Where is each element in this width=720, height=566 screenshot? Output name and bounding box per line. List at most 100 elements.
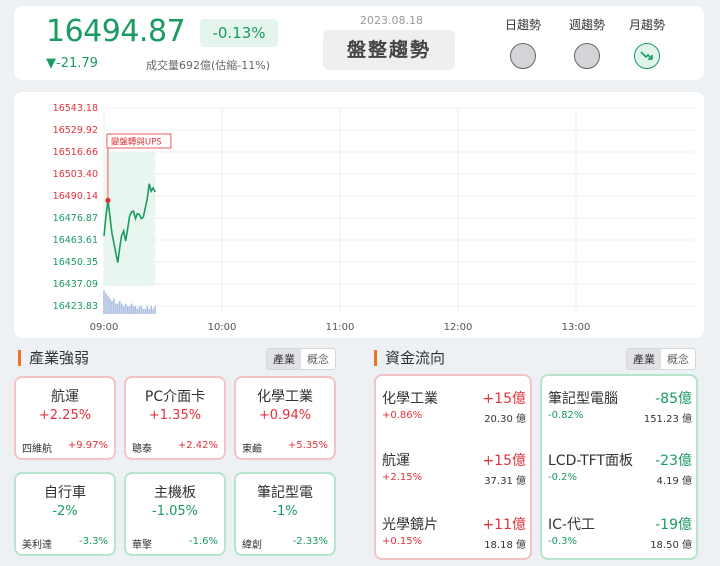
volume-bar bbox=[103, 290, 105, 314]
volume-bar bbox=[116, 303, 119, 314]
inflow-amount: +15億 bbox=[482, 453, 526, 469]
volume-bar bbox=[154, 306, 156, 314]
volume-bar bbox=[120, 303, 123, 314]
volume-bar bbox=[105, 293, 107, 314]
outflow-name: 筆記型電腦 bbox=[548, 391, 618, 407]
industry-pct: -1.05% bbox=[152, 504, 198, 519]
industry-pct: -2% bbox=[52, 504, 78, 519]
daily-trend-label: 日趨勢 bbox=[504, 18, 541, 32]
outflow-amount: -23億 bbox=[655, 453, 692, 469]
inflow-name: 光學鏡片 bbox=[382, 517, 438, 533]
leading-stock-name: 聰泰 bbox=[132, 444, 152, 455]
industry-name: 自行車 bbox=[44, 485, 86, 501]
fund-flow-industry-tab[interactable]: 產業 bbox=[627, 349, 661, 369]
y-tick-label: 16423.83 bbox=[53, 301, 98, 312]
y-tick-label: 16476.87 bbox=[53, 213, 98, 224]
industry-card[interactable]: 化學工業 +0.94% 東鹼 +5.35% bbox=[234, 376, 336, 460]
intraday-chart[interactable]: 16543.18 16529.92 16516.66 16503.40 16490.14… bbox=[14, 92, 704, 338]
leading-stock-name: 東鹼 bbox=[242, 444, 262, 455]
x-tick-label: 10:00 bbox=[208, 322, 237, 333]
outflow-row[interactable]: IC-代工 -19億 -0.3% 18.50 億 bbox=[548, 514, 692, 564]
volume-bar bbox=[150, 306, 152, 314]
y-tick-label: 16543.18 bbox=[53, 103, 98, 114]
y-tick-label: 16490.14 bbox=[53, 191, 98, 202]
volume-bar bbox=[107, 295, 109, 314]
volume-bar bbox=[128, 306, 131, 314]
y-tick-label: 16503.40 bbox=[53, 169, 98, 180]
volume-bar bbox=[138, 306, 141, 314]
volume-bar bbox=[142, 308, 145, 314]
inflow-row[interactable]: 光學鏡片 +11億 +0.15% 18.18 億 bbox=[382, 514, 526, 564]
outflow-name: IC-代工 bbox=[548, 517, 595, 533]
inflow-pct: +0.15% bbox=[382, 536, 423, 547]
weekly-trend[interactable]: 週趨勢 bbox=[561, 16, 613, 69]
volume-bar bbox=[144, 308, 147, 314]
weekly-trend-neutral-icon[interactable] bbox=[574, 43, 600, 69]
inflow-amount: +11億 bbox=[482, 517, 526, 533]
monthly-trend-label: 月趨勢 bbox=[628, 18, 665, 32]
leading-stock-pct: -2.33% bbox=[292, 536, 328, 547]
outflow-row[interactable]: LCD-TFT面板 -23億 -0.2% 4.19 億 bbox=[548, 450, 692, 500]
x-tick-label: 11:00 bbox=[326, 322, 355, 333]
x-tick-label: 13:00 bbox=[562, 322, 591, 333]
daily-trend[interactable]: 日趨勢 bbox=[497, 16, 549, 69]
intraday-chart-card: 16543.18 16529.92 16516.66 16503.40 16490.14… bbox=[14, 92, 704, 338]
volume-bar bbox=[132, 306, 135, 314]
industry-name: 化學工業 bbox=[257, 389, 313, 405]
industry-card[interactable]: 航運 +2.25% 四維航 +9.97% bbox=[14, 376, 116, 460]
outflow-volume: 151.23 億 bbox=[643, 414, 692, 425]
leading-stock-name: 美利達 bbox=[22, 540, 52, 551]
volume-bar bbox=[140, 306, 143, 314]
volume-bar bbox=[134, 306, 137, 314]
monthly-trend[interactable]: 月趨勢 bbox=[621, 16, 673, 69]
inflow-volume: 37.31 億 bbox=[484, 476, 526, 487]
outflow-volume: 18.50 億 bbox=[650, 540, 692, 551]
inflow-row[interactable]: 航運 +15億 +2.15% 37.31 億 bbox=[382, 450, 526, 500]
fund-inflow-card: 化學工業 +15億 +0.86% 20.30 億 航運 +15億 +2.15% … bbox=[374, 374, 532, 560]
leading-stock-name: 四維航 bbox=[22, 444, 52, 455]
outflow-amount: -19億 bbox=[655, 517, 692, 533]
industry-name: 主機板 bbox=[154, 485, 196, 501]
fund-flow-title: 資金流向 bbox=[374, 350, 445, 366]
daily-trend-neutral-icon[interactable] bbox=[510, 43, 536, 69]
concept-tab[interactable]: 概念 bbox=[301, 349, 335, 369]
fund-flow-concept-tab[interactable]: 概念 bbox=[661, 349, 695, 369]
inflow-row[interactable]: 化學工業 +15億 +0.86% 20.30 億 bbox=[382, 388, 526, 438]
fund-flow-toggle: 產業 概念 bbox=[626, 348, 696, 370]
inflow-volume: 18.18 億 bbox=[484, 540, 526, 551]
industry-card[interactable]: 主機板 -1.05% 華擎 -1.6% bbox=[124, 472, 226, 556]
annotation-label: 變盤轉與UPS bbox=[111, 137, 162, 148]
industry-card[interactable]: 自行車 -2% 美利達 -3.3% bbox=[14, 472, 116, 556]
industry-card[interactable]: 筆記型電 -1% 緯創 -2.33% bbox=[234, 472, 336, 556]
trend-date: 2023.08.18 bbox=[360, 14, 423, 27]
industry-tab[interactable]: 產業 bbox=[267, 349, 301, 369]
index-summary-card: 16494.87 -0.13% ▼-21.79 成交量692億(估縮-11%) … bbox=[14, 6, 704, 80]
x-tick-label: 09:00 bbox=[90, 322, 119, 333]
industry-name: 筆記型電 bbox=[257, 485, 313, 501]
inflow-pct: +0.86% bbox=[382, 410, 423, 421]
leading-stock-pct: +2.42% bbox=[177, 440, 218, 451]
industry-name: PC介面卡 bbox=[144, 389, 206, 405]
trend-status-badge: 盤整趨勢 bbox=[323, 30, 455, 70]
volume-bar bbox=[113, 298, 115, 314]
volume-bar bbox=[130, 303, 133, 314]
volume-bar bbox=[118, 301, 121, 314]
y-tick-label: 16463.61 bbox=[53, 235, 98, 246]
outflow-row[interactable]: 筆記型電腦 -85億 -0.82% 151.23 億 bbox=[548, 388, 692, 438]
fund-outflow-card: 筆記型電腦 -85億 -0.82% 151.23 億 LCD-TFT面板 -23… bbox=[540, 374, 698, 560]
monthly-trend-down-icon[interactable] bbox=[634, 43, 660, 69]
volume-bar bbox=[152, 308, 154, 314]
outflow-pct: -0.82% bbox=[548, 410, 584, 421]
volume-bar bbox=[146, 306, 149, 314]
leading-stock-name: 緯創 bbox=[242, 540, 262, 551]
outflow-amount: -85億 bbox=[655, 391, 692, 407]
index-change: ▼-21.79 bbox=[46, 56, 98, 71]
volume-bar bbox=[109, 298, 111, 314]
inflow-volume: 20.30 億 bbox=[484, 414, 526, 425]
index-change-pct-badge: -0.13% bbox=[200, 19, 278, 47]
industry-card[interactable]: PC介面卡 +1.35% 聰泰 +2.42% bbox=[124, 376, 226, 460]
y-tick-label: 16516.66 bbox=[53, 147, 98, 158]
volume-bar bbox=[122, 306, 125, 314]
y-tick-label: 16437.09 bbox=[53, 279, 98, 290]
inflow-name: 航運 bbox=[382, 453, 410, 469]
